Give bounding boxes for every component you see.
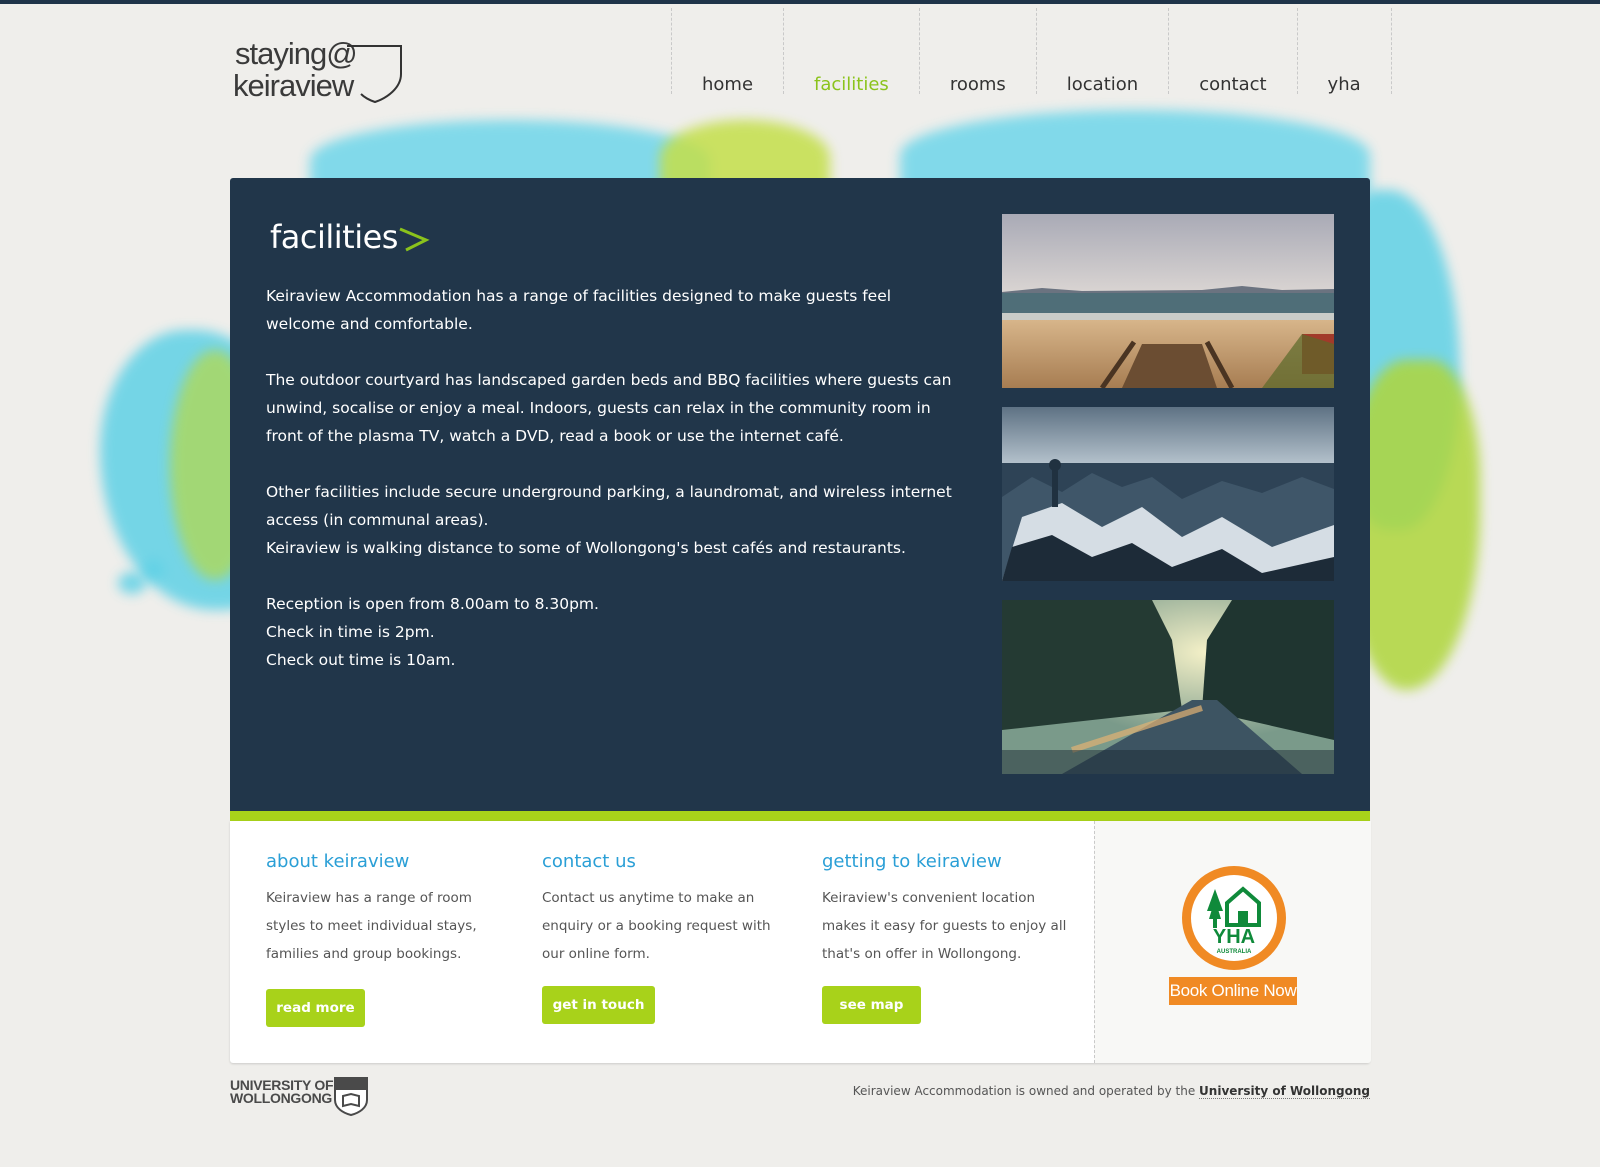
about-column: about keiraview Keiraview has a range of…	[266, 851, 506, 968]
column-text: Contact us anytime to make an enquiry or…	[542, 890, 771, 962]
yha-booking-box: YHA AUSTRALIA Book Online Now	[1094, 821, 1371, 1063]
university-link[interactable]: University of Wollongong	[1199, 1084, 1370, 1099]
chevron-right-icon	[399, 227, 430, 252]
column-heading: about keiraview	[266, 851, 410, 872]
nav-label: yha	[1327, 74, 1361, 95]
shield-icon	[347, 45, 402, 104]
book-online-button[interactable]: Book Online Now	[1169, 977, 1297, 1005]
crest-icon	[334, 1077, 368, 1116]
getting-there-column: getting to keiraview Keiraview's conveni…	[822, 851, 1082, 968]
page-title: facilities	[270, 218, 398, 256]
ownership-note: Keiraview Accommodation is owned and ope…	[852, 1084, 1370, 1099]
site-logo[interactable]: staying@ keiraview	[233, 36, 415, 106]
accent-divider	[230, 811, 1370, 821]
column-text: Keiraview has a range of room styles to …	[266, 890, 477, 962]
top-accent-bar	[0, 0, 1600, 4]
yha-logo-subtext: AUSTRALIA	[1217, 949, 1252, 955]
column-heading: contact us	[542, 851, 636, 872]
nav-rooms[interactable]: rooms	[920, 8, 1037, 95]
check-in-time: Check in time is 2pm.	[266, 623, 435, 641]
nav-location[interactable]: location	[1037, 8, 1170, 95]
paragraph: Other facilities include secure undergro…	[266, 483, 952, 529]
main-content-panel: facilities Keiraview Accommodation has a…	[230, 178, 1370, 811]
yha-logo-icon[interactable]: YHA AUSTRALIA	[1179, 863, 1289, 973]
nav-label: rooms	[949, 74, 1006, 95]
watercolor-splash	[142, 560, 164, 580]
nav-label: facilities	[814, 74, 889, 95]
yha-logo-text: YHA	[1213, 926, 1255, 948]
contact-column: contact us Contact us anytime to make an…	[542, 851, 792, 968]
info-panel: about keiraview Keiraview has a range of…	[230, 821, 1371, 1063]
nav-facilities[interactable]: facilities	[784, 8, 920, 95]
ownership-note-text: Keiraview Accommodation is owned and ope…	[852, 1084, 1196, 1098]
get-in-touch-button[interactable]: get in touch	[542, 986, 655, 1024]
reception-hours: Reception is open from 8.00am to 8.30pm.	[266, 595, 599, 613]
paragraph: Keiraview Accommodation has a range of f…	[266, 287, 892, 333]
nav-label: home	[702, 74, 754, 95]
city-rooftops-photo	[1002, 407, 1334, 581]
paragraph: Keiraview is walking distance to some of…	[266, 539, 906, 557]
nav-label: location	[1066, 74, 1139, 95]
check-out-time: Check out time is 10am.	[266, 651, 456, 669]
nav-contact[interactable]: contact	[1169, 8, 1298, 95]
uow-logo-text[interactable]: UNIVERSITY OF WOLLONGONG	[230, 1078, 334, 1106]
tree-lined-road-photo	[1002, 600, 1334, 774]
watercolor-splash	[118, 572, 146, 594]
nav-home[interactable]: home	[672, 8, 785, 95]
nav-label: contact	[1199, 74, 1267, 95]
paragraph: The outdoor courtyard has landscaped gar…	[266, 371, 952, 445]
see-map-button[interactable]: see map	[822, 986, 921, 1024]
main-nav: home facilities rooms location contact y…	[671, 8, 1392, 95]
read-more-button[interactable]: read more	[266, 989, 365, 1027]
nav-yha[interactable]: yha	[1298, 8, 1392, 95]
logo-line-1: staying@	[235, 36, 358, 71]
uow-line-2: WOLLONGONG	[230, 1090, 332, 1106]
facilities-description: Keiraview Accommodation has a range of f…	[266, 282, 956, 674]
column-heading: getting to keiraview	[822, 851, 1002, 872]
column-text: Keiraview's convenient location makes it…	[822, 890, 1067, 962]
logo-line-2: keiraview	[233, 68, 354, 103]
beach-photo	[1002, 214, 1334, 388]
